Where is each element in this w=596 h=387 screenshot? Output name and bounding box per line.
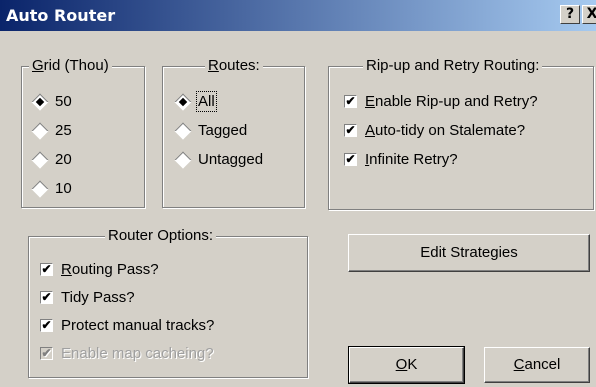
router-options-title: Router Options: bbox=[105, 227, 217, 244]
routes-option-all[interactable]: All bbox=[173, 91, 217, 112]
edit-strategies-button[interactable]: Edit Strategies bbox=[348, 234, 590, 272]
checkmark-icon: ✔ bbox=[40, 318, 53, 332]
routes-option-tagged[interactable]: Tagged bbox=[173, 122, 247, 139]
radio-icon bbox=[174, 151, 192, 168]
radio-selected-icon bbox=[174, 93, 192, 110]
enable-map-cacheing-checkbox: ✔ Enable map cacheing? bbox=[40, 345, 214, 362]
routing-pass-checkbox[interactable]: ✔ Routing Pass? bbox=[40, 261, 159, 278]
cancel-button[interactable]: Cancel bbox=[484, 347, 590, 383]
ripup-group: Rip-up and Retry Routing: ✔ Enable Rip-up… bbox=[328, 57, 594, 210]
router-options-group: Router Options: ✔ Routing Pass? ✔ Tidy Pas… bbox=[28, 227, 308, 378]
radio-icon bbox=[31, 151, 49, 168]
grid-group: Grid (Thou) 50 25 20 10 bbox=[21, 57, 145, 208]
protect-manual-tracks-checkbox[interactable]: ✔ Protect manual tracks? bbox=[40, 317, 214, 334]
checkmark-icon: ✔ bbox=[40, 346, 53, 360]
auto-router-dialog: Auto Router ? X Grid (Thou) 50 25 20 10 … bbox=[0, 0, 596, 387]
close-button[interactable]: X bbox=[582, 5, 596, 24]
title-bar: Auto Router ? X bbox=[0, 0, 596, 31]
radio-icon bbox=[31, 180, 49, 197]
help-button[interactable]: ? bbox=[560, 5, 580, 24]
radio-selected-icon bbox=[31, 93, 49, 110]
close-icon: X bbox=[586, 6, 596, 22]
grid-option-10[interactable]: 10 bbox=[30, 180, 72, 197]
checkmark-icon: ✔ bbox=[40, 262, 53, 276]
grid-option-20[interactable]: 20 bbox=[30, 151, 72, 168]
routes-group-title: Routes: bbox=[205, 57, 263, 74]
checkmark-icon: ✔ bbox=[344, 123, 357, 137]
checkmark-icon: ✔ bbox=[344, 152, 357, 166]
grid-option-50[interactable]: 50 bbox=[30, 93, 72, 110]
tidy-pass-checkbox[interactable]: ✔ Tidy Pass? bbox=[40, 289, 135, 306]
window-title: Auto Router bbox=[6, 6, 116, 25]
checkmark-icon: ✔ bbox=[40, 290, 53, 304]
infinite-retry-checkbox[interactable]: ✔ Infinite Retry? bbox=[344, 151, 458, 168]
ripup-group-title: Rip-up and Retry Routing: bbox=[363, 57, 543, 74]
radio-icon bbox=[174, 122, 192, 139]
grid-group-title: Grid (Thou) bbox=[29, 57, 112, 74]
help-icon: ? bbox=[565, 6, 575, 22]
routes-option-untagged[interactable]: Untagged bbox=[173, 151, 263, 168]
routes-group: Routes: All Tagged Untagged bbox=[162, 57, 305, 208]
ok-button[interactable]: OK bbox=[348, 346, 465, 384]
enable-ripup-checkbox[interactable]: ✔ Enable Rip-up and Retry? bbox=[344, 93, 538, 110]
radio-icon bbox=[31, 122, 49, 139]
auto-tidy-checkbox[interactable]: ✔ Auto-tidy on Stalemate? bbox=[344, 122, 525, 139]
checkmark-icon: ✔ bbox=[344, 94, 357, 108]
grid-option-25[interactable]: 25 bbox=[30, 122, 72, 139]
